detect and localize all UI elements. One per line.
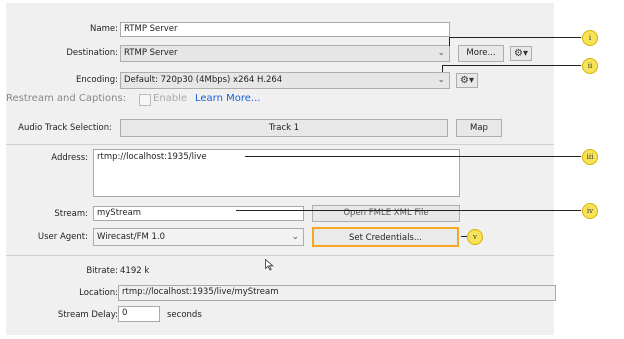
user-agent-value: Wirecast/FM 1.0: [97, 232, 166, 242]
more-button[interactable]: More...: [458, 45, 504, 62]
chevron-down-icon: ⌄: [437, 48, 445, 58]
stream-delay-label: Stream Delay:: [57, 310, 118, 320]
encoding-select[interactable]: Default: 720p30 (4Mbps) x264 H.264 ⌄: [120, 72, 450, 89]
map-button[interactable]: Map: [456, 119, 502, 137]
stream-field[interactable]: myStream: [93, 206, 304, 221]
gear-icon[interactable]: ⚙▾: [510, 46, 532, 61]
callout-badge: iv: [582, 203, 598, 219]
stream-label: Stream:: [54, 209, 88, 219]
chevron-down-icon: ⌄: [437, 75, 445, 85]
open-fmle-button[interactable]: Open FMLE XML File: [312, 205, 460, 222]
audio-track-label: Audio Track Selection:: [18, 123, 112, 133]
audio-track-button[interactable]: Track 1: [120, 119, 448, 137]
user-agent-label: User Agent:: [37, 232, 88, 242]
user-agent-select[interactable]: Wirecast/FM 1.0 ⌄: [93, 228, 304, 246]
chevron-down-icon: ⌄: [291, 232, 299, 242]
location-field: rtmp://localhost:1935/live/myStream: [118, 285, 556, 301]
settings-panel: Name: RTMP Server Destination: RTMP Serv…: [6, 3, 556, 335]
location-label: Location:: [79, 288, 118, 298]
gear-icon[interactable]: ⚙▾: [456, 73, 478, 88]
callout-badge: iii: [582, 149, 598, 165]
callout-line: [449, 37, 581, 38]
destination-label: Destination:: [66, 48, 118, 58]
encoding-value: Default: 720p30 (4Mbps) x264 H.264: [124, 75, 283, 85]
stream-delay-field[interactable]: 0: [118, 306, 160, 322]
enable-label: Enable: [153, 93, 188, 104]
callout-badge: ii: [582, 58, 598, 74]
name-label: Name:: [90, 24, 118, 34]
cursor-icon: [265, 259, 274, 271]
callout-line: [236, 210, 581, 211]
name-field[interactable]: RTMP Server: [120, 22, 450, 37]
enable-checkbox[interactable]: [139, 94, 151, 106]
encoding-label: Encoding:: [75, 75, 118, 85]
callout-line: [442, 65, 443, 72]
destination-value: RTMP Server: [124, 48, 178, 58]
separator: [6, 255, 554, 256]
seconds-label: seconds: [167, 310, 202, 320]
callout-badge: i: [582, 30, 598, 46]
callout-line: [442, 65, 581, 66]
restream-label: Restream and Captions:: [6, 93, 127, 104]
set-credentials-button[interactable]: Set Credentials...: [312, 227, 459, 247]
callout-line: [245, 156, 581, 157]
bitrate-label: Bitrate:: [86, 266, 118, 276]
bitrate-value: 4192 k: [120, 266, 150, 276]
learn-more-link[interactable]: Learn More...: [195, 93, 260, 104]
destination-select[interactable]: RTMP Server ⌄: [120, 45, 450, 62]
callout-line: [449, 37, 450, 46]
address-label: Address:: [51, 153, 88, 163]
callout-badge: v: [467, 229, 483, 245]
separator: [6, 144, 554, 145]
